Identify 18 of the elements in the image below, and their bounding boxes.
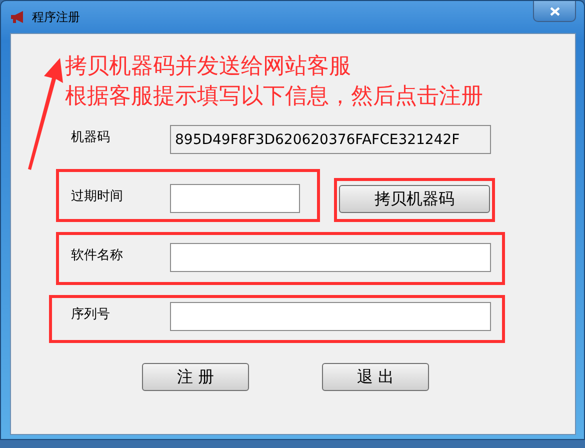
close-icon — [550, 6, 560, 16]
field-label: 过期时间 — [71, 188, 124, 205]
input-field[interactable] — [170, 243, 491, 272]
input-field[interactable] — [170, 302, 491, 331]
copy-button[interactable]: 拷贝机器码 — [339, 185, 490, 213]
field-label: 机器码 — [71, 129, 111, 146]
field-label: 序列号 — [71, 306, 111, 323]
field-label: 软件名称 — [71, 247, 124, 264]
exit-button[interactable]: 退 出 — [322, 363, 429, 391]
instruction-text: 拷贝机器码并发送给网站客服 — [65, 54, 352, 80]
megaphone-icon — [10, 10, 26, 24]
input-field[interactable] — [170, 184, 300, 213]
input-field[interactable]: 895D49F8F3D620620376FAFCE321242F — [170, 125, 491, 154]
window-title: 程序注册 — [32, 8, 80, 26]
register-button[interactable]: 注 册 — [142, 363, 249, 391]
arrow-icon — [25, 56, 65, 171]
close-button[interactable] — [533, 1, 576, 22]
instruction-text: 根据客服提示填写以下信息，然后点击注册 — [65, 84, 484, 110]
